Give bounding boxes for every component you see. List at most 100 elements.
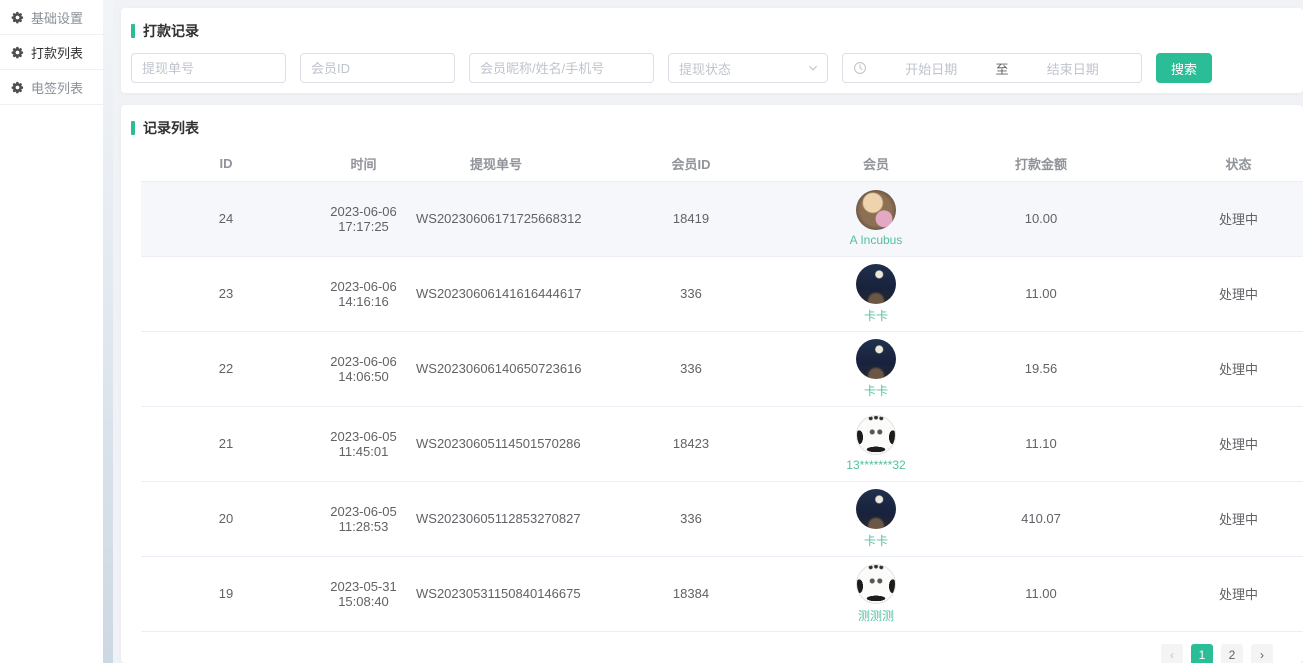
withdraw-order-input[interactable]: [131, 53, 286, 83]
cell-member-id: 18384: [576, 556, 806, 631]
section-accent-bar: [131, 121, 135, 135]
sidebar-item-esign-list[interactable]: 电签列表: [0, 70, 103, 105]
date-range-separator: 至: [996, 59, 1009, 78]
cell-time: 2023-06-06 14:16:16: [311, 256, 416, 331]
section-title: 打款记录: [143, 21, 199, 41]
col-header-time: 时间: [311, 146, 416, 181]
cell-status: 处理中: [1136, 481, 1303, 556]
cell-member-id: 18423: [576, 406, 806, 481]
sidebar-item-basic-settings[interactable]: 基础设置: [0, 0, 103, 35]
cell-status: 处理中: [1136, 406, 1303, 481]
member-name-link[interactable]: 卡卡: [864, 532, 888, 549]
cell-member: 卡卡: [806, 256, 946, 331]
cell-id: 19: [141, 556, 311, 631]
section-accent-bar: [131, 24, 135, 38]
cell-id: 24: [141, 181, 311, 256]
sidebar: 基础设置 打款列表 电签列表: [0, 0, 103, 663]
table-row: 20 2023-06-05 11:28:53 WS202306051128532…: [141, 481, 1303, 556]
sidebar-item-label: 基础设置: [31, 8, 83, 27]
clock-icon: [853, 61, 867, 75]
table-header-row: ID 时间 提现单号 会员ID 会员 打款金额 状态: [141, 146, 1303, 181]
col-header-member-id: 会员ID: [576, 146, 806, 181]
chevron-left-icon: ‹: [1170, 648, 1174, 662]
col-header-amount: 打款金额: [946, 146, 1136, 181]
member-avatar: [856, 190, 896, 230]
cell-member: 卡卡: [806, 331, 946, 406]
cell-status: 处理中: [1136, 331, 1303, 406]
payment-record-filter-card: 打款记录 提现状态 开始日期 至 结束日期 搜索: [121, 8, 1303, 93]
cell-amount: 11.00: [946, 556, 1136, 631]
cell-time: 2023-06-06 17:17:25: [311, 181, 416, 256]
member-name-link[interactable]: A Incubus: [850, 233, 903, 247]
pagination: ‹ 1 2 ›: [121, 644, 1273, 663]
cell-order-no: WS20230606171725668312: [416, 181, 576, 256]
start-date-placeholder[interactable]: 开始日期: [873, 59, 990, 78]
gear-icon: [11, 81, 24, 94]
cell-order-no: WS20230606140650723616: [416, 331, 576, 406]
member-avatar: [856, 264, 896, 304]
member-id-input[interactable]: [300, 53, 455, 83]
cell-time: 2023-06-05 11:28:53: [311, 481, 416, 556]
cell-status: 处理中: [1136, 556, 1303, 631]
chevron-right-icon: ›: [1260, 648, 1264, 662]
section-header: 记录列表: [121, 105, 1303, 138]
cell-order-no: WS20230606141616444617: [416, 256, 576, 331]
pagination-prev-button[interactable]: ‹: [1161, 644, 1183, 663]
cell-member: 13*******32: [806, 406, 946, 481]
cell-member: A Incubus: [806, 181, 946, 256]
cell-id: 20: [141, 481, 311, 556]
pagination-next-button[interactable]: ›: [1251, 644, 1273, 663]
cell-amount: 10.00: [946, 181, 1136, 256]
cell-time: 2023-06-05 11:45:01: [311, 406, 416, 481]
member-name-link[interactable]: 13*******32: [846, 458, 905, 472]
col-header-member: 会员: [806, 146, 946, 181]
cell-member-id: 336: [576, 481, 806, 556]
member-avatar: [856, 415, 896, 455]
cell-member-id: 336: [576, 256, 806, 331]
cell-status: 处理中: [1136, 181, 1303, 256]
member-name-link[interactable]: 卡卡: [864, 382, 888, 399]
sidebar-item-label: 打款列表: [31, 43, 83, 62]
search-button[interactable]: 搜索: [1156, 53, 1212, 83]
end-date-placeholder[interactable]: 结束日期: [1015, 59, 1132, 78]
cell-id: 22: [141, 331, 311, 406]
col-header-id: ID: [141, 146, 311, 181]
cell-amount: 11.10: [946, 406, 1136, 481]
cell-status: 处理中: [1136, 256, 1303, 331]
sidebar-item-payment-list[interactable]: 打款列表: [0, 35, 103, 70]
sidebar-scrollbar[interactable]: [103, 0, 113, 663]
filter-row: 提现状态 开始日期 至 结束日期 搜索: [121, 41, 1303, 83]
member-name-link[interactable]: 卡卡: [864, 307, 888, 324]
cell-member-id: 336: [576, 331, 806, 406]
cell-member-id: 18419: [576, 181, 806, 256]
sidebar-item-label: 电签列表: [31, 78, 83, 97]
withdraw-status-select[interactable]: 提现状态: [668, 53, 828, 83]
gear-icon: [11, 46, 24, 59]
member-avatar: [856, 564, 896, 604]
record-list-card: 记录列表 ID 时间 提现单号 会员ID 会员 打款金额 状态 24 2023-…: [121, 105, 1303, 663]
pagination-page-2[interactable]: 2: [1221, 644, 1243, 663]
cell-time: 2023-06-06 14:06:50: [311, 331, 416, 406]
section-title: 记录列表: [143, 118, 199, 138]
table-row: 24 2023-06-06 17:17:25 WS202306061717256…: [141, 181, 1303, 256]
member-name-link[interactable]: 测测测: [858, 607, 894, 624]
record-table-body: 24 2023-06-06 17:17:25 WS202306061717256…: [141, 181, 1303, 631]
cell-order-no: WS20230605114501570286: [416, 406, 576, 481]
cell-order-no: WS20230531150840146675: [416, 556, 576, 631]
select-placeholder: 提现状态: [679, 59, 731, 78]
chevron-down-icon: [807, 62, 819, 74]
col-header-order-no: 提现单号: [416, 146, 576, 181]
member-avatar: [856, 489, 896, 529]
cell-order-no: WS20230605112853270827: [416, 481, 576, 556]
member-name-phone-input[interactable]: [469, 53, 654, 83]
section-header: 打款记录: [121, 8, 1303, 41]
cell-id: 21: [141, 406, 311, 481]
cell-member: 卡卡: [806, 481, 946, 556]
pagination-page-1[interactable]: 1: [1191, 644, 1213, 663]
member-avatar: [856, 339, 896, 379]
cell-member: 测测测: [806, 556, 946, 631]
date-range-picker[interactable]: 开始日期 至 结束日期: [842, 53, 1142, 83]
table-row: 23 2023-06-06 14:16:16 WS202306061416164…: [141, 256, 1303, 331]
cell-time: 2023-05-31 15:08:40: [311, 556, 416, 631]
col-header-status: 状态: [1136, 146, 1303, 181]
